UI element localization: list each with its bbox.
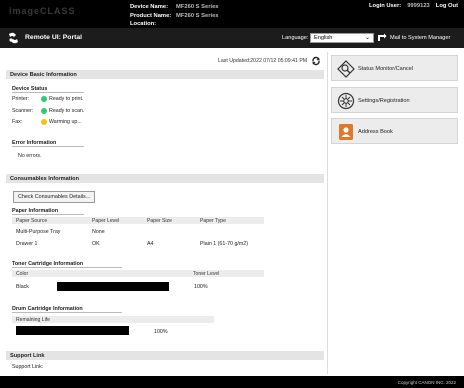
- login-area: Login User: 9999123 Log Out: [369, 3, 458, 9]
- address-book-icon: [339, 124, 353, 140]
- support-link-header: Support Link: [6, 351, 324, 360]
- scanner-status: Ready to scan.: [49, 108, 85, 114]
- drum-col-remaining: Remaining Life: [16, 317, 50, 323]
- copyright-text: Copyright CANON INC. 2022: [397, 380, 456, 385]
- paper-col-size: Paper Size: [147, 218, 172, 224]
- language-select-value: English: [314, 35, 333, 41]
- chevron-down-icon: ⌄: [364, 35, 370, 41]
- sidebar-item-address-book[interactable]: Address Book: [331, 118, 458, 144]
- paper-col-level: Paper Level: [92, 218, 120, 224]
- printer-status-icon: [41, 96, 47, 102]
- toner-level-bar: [57, 282, 169, 291]
- title-bar: Remote UI: Portal Language: English ⌄ Ma…: [0, 28, 464, 48]
- toner-table-header: [12, 270, 264, 277]
- product-name-value: MF260 S Series: [176, 12, 219, 19]
- device-basic-info-header: Device Basic Information: [6, 70, 324, 79]
- drum-info-title: Drum Cartridge Information: [12, 306, 122, 313]
- paper-row-1-size: A4: [147, 241, 154, 247]
- toner-col-color: Color: [16, 271, 29, 277]
- fax-status: Warming up...: [49, 119, 82, 125]
- paper-row-0-source: Multi-Purpose Tray: [16, 229, 61, 235]
- login-user-label: Login User:: [368, 3, 402, 9]
- printer-status: Ready to print.: [49, 96, 84, 102]
- paper-row-1-level: OK: [92, 241, 100, 247]
- error-info-title: Error Information: [12, 140, 84, 147]
- product-name-label: Product Name:: [130, 12, 172, 19]
- footer: Copyright CANON INC. 2022: [0, 376, 464, 388]
- scanner-status-icon: [41, 108, 47, 114]
- sidebar-item-label: Address Book: [358, 129, 393, 135]
- toner-row-color: Black: [16, 284, 29, 290]
- support-link-label[interactable]: Support Link:: [12, 364, 43, 370]
- sidebar-item-label: Status Monitor/Cancel: [358, 66, 414, 72]
- language-label: Language:: [282, 35, 309, 41]
- sidebar-item-settings[interactable]: Settings/Registration: [331, 87, 458, 113]
- check-consumables-button[interactable]: Check Consumables Details...: [13, 191, 96, 203]
- device-name-label: Device Name:: [130, 4, 169, 10]
- drum-row-level: 100%: [154, 329, 168, 335]
- paper-row-1-source: Drawer 1: [16, 241, 38, 247]
- error-text: No errors.: [18, 153, 42, 159]
- consumables-header: Consumables Information: [6, 174, 324, 183]
- content-divider: [327, 52, 328, 374]
- last-updated: Last Updated:2022 07/12 05:09:41 PM: [218, 58, 308, 64]
- toner-col-level: Toner Level: [193, 271, 220, 277]
- paper-info-title: Paper Information: [12, 208, 84, 215]
- scanner-label: Scanner:: [12, 108, 34, 114]
- remote-ui-logo-icon: [9, 32, 18, 44]
- paper-col-type: Paper Type: [200, 218, 226, 224]
- status-monitor-icon: [337, 60, 355, 78]
- sidebar-item-status-monitor[interactable]: Status Monitor/Cancel: [331, 55, 458, 81]
- paper-table-header: [12, 217, 264, 224]
- language-select[interactable]: English ⌄: [310, 33, 374, 43]
- device-status-title: Device Status: [12, 86, 84, 93]
- sidebar-item-label: Settings/Registration: [358, 98, 410, 104]
- paper-row-1-type: Plain 1 (61-70 g/m2): [200, 241, 248, 247]
- login-user-value: 9999123: [407, 3, 430, 9]
- mail-to-system-manager-link[interactable]: Mail to System Manager: [390, 35, 450, 41]
- top-header: imageCLASS Device Name: MF260 S Series Pr…: [0, 0, 464, 28]
- mail-arrow-icon[interactable]: [377, 33, 387, 43]
- logout-link[interactable]: Log Out: [436, 3, 458, 9]
- toner-row-level: 100%: [194, 284, 208, 290]
- printer-label: Printer:: [12, 96, 30, 102]
- page-title: Remote UI: Portal: [25, 34, 83, 41]
- brand-logo: imageCLASS: [9, 6, 76, 16]
- device-info: Device Name: MF260 S Series Product Name:…: [130, 3, 219, 29]
- fax-label: Fax:: [12, 119, 23, 125]
- paper-col-source: Paper Source: [16, 218, 48, 224]
- fax-status-icon: [41, 119, 47, 125]
- paper-row-0-level: None: [92, 229, 105, 235]
- device-name-value: MF260 S Series: [176, 4, 219, 10]
- refresh-icon[interactable]: [311, 56, 321, 66]
- settings-icon: [337, 92, 355, 110]
- drum-level-bar: [16, 326, 129, 335]
- toner-info-title: Toner Cartridge Information: [12, 261, 122, 268]
